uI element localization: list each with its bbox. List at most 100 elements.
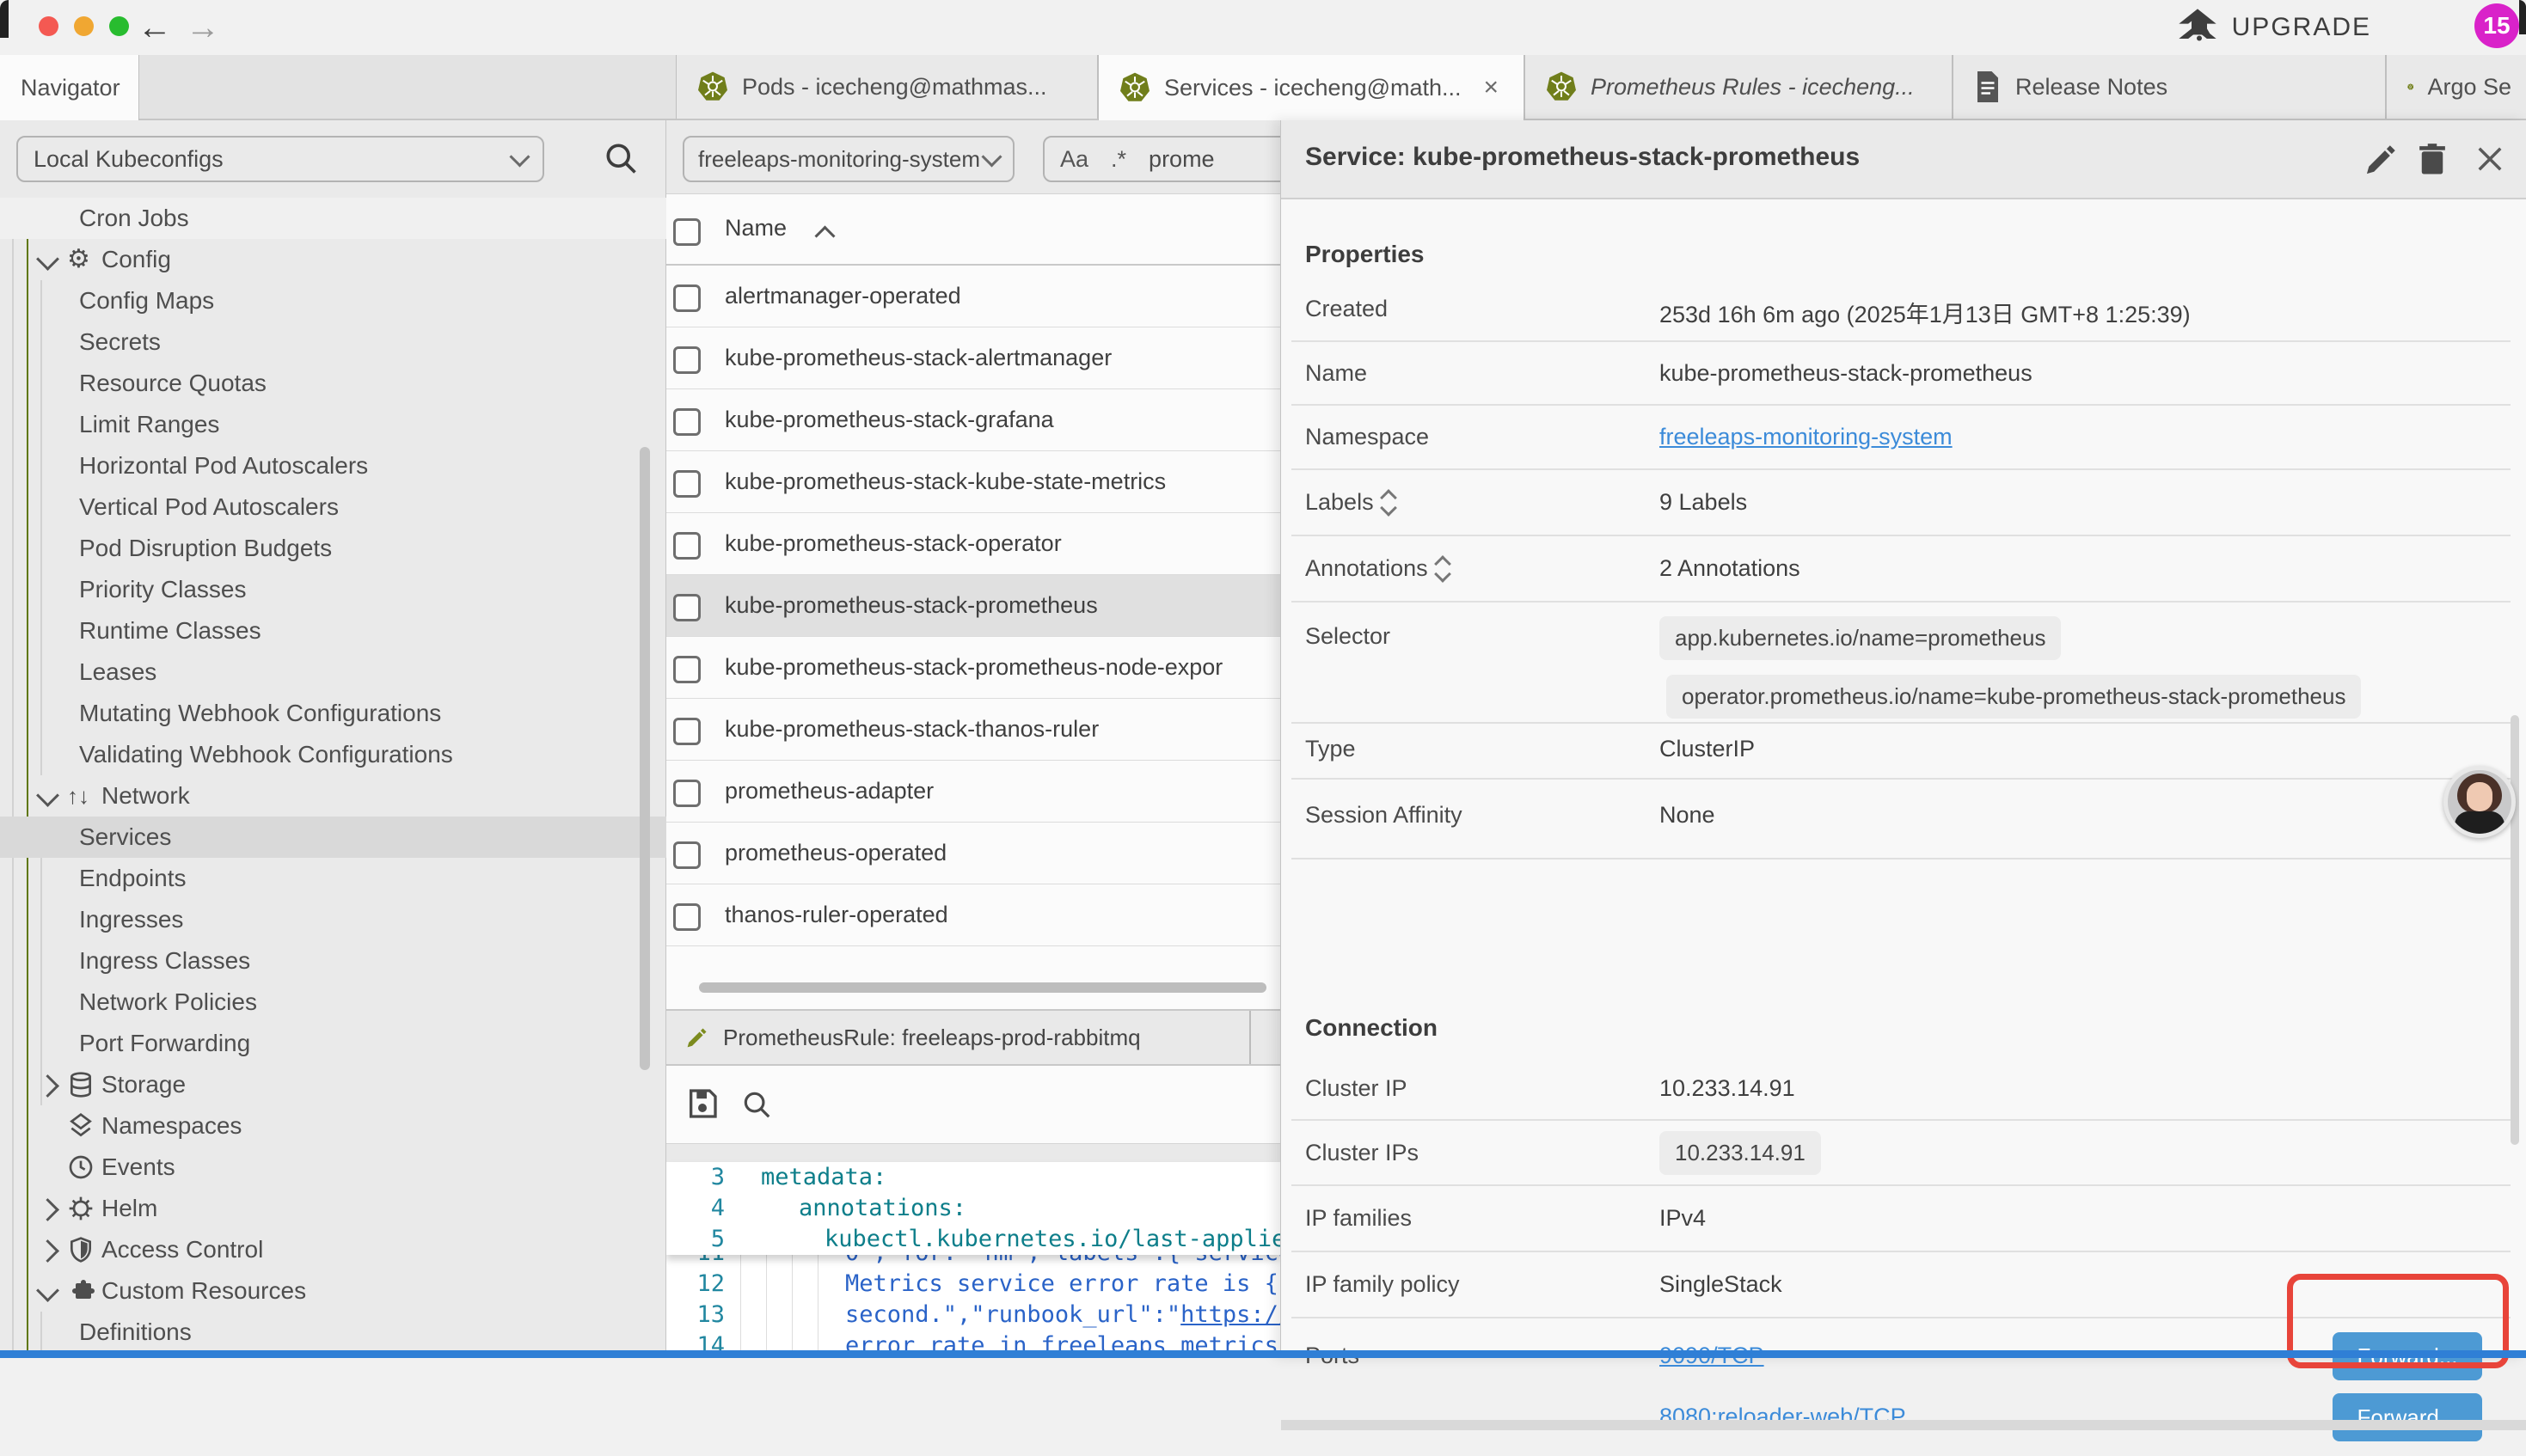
table-row[interactable]: kube-prometheus-stack-alertmanager <box>666 327 1280 389</box>
sidebar-item-resource-quotas[interactable]: Resource Quotas <box>0 363 666 404</box>
sidebar-item-services[interactable]: Services <box>0 817 666 858</box>
editor-tab-partial[interactable] <box>1251 1011 1280 1064</box>
table-row[interactable]: prometheus-operated <box>666 823 1280 884</box>
sidebar-item-storage[interactable]: Storage <box>0 1064 666 1105</box>
forward-arrow-button[interactable]: → <box>184 9 222 46</box>
maximize-window-button[interactable] <box>109 16 129 36</box>
row-checkbox[interactable] <box>673 903 701 931</box>
runbook-url-link[interactable]: https://net <box>1180 1301 1280 1328</box>
tab-prometheus-rules[interactable]: Prometheus Rules - icecheng... <box>1524 55 1953 119</box>
chevron-down-icon[interactable] <box>36 1279 59 1302</box>
table-row[interactable]: kube-prometheus-stack-kube-state-metrics <box>666 451 1280 513</box>
regex-toggle[interactable]: .* <box>1111 146 1126 173</box>
edit-pencil-icon[interactable] <box>2364 141 2400 177</box>
yaml-editor[interactable]: 11 0", for: "nm", labels :{ service ". 1… <box>666 1162 1280 1358</box>
sidebar-item-definitions[interactable]: Definitions <box>0 1312 666 1353</box>
sidebar-item-network[interactable]: ↑↓ Network <box>0 775 666 817</box>
sidebar-item-runtime-classes[interactable]: Runtime Classes <box>0 610 666 652</box>
sidebar-item-horizontal-pod-autoscalers[interactable]: Horizontal Pod Autoscalers <box>0 445 666 486</box>
property-row-type: Type ClusterIP <box>1291 724 2511 780</box>
tab-pods[interactable]: Pods - icecheng@mathmas... <box>676 55 1098 119</box>
notification-count-badge[interactable]: 15 <box>2474 3 2519 48</box>
row-checkbox[interactable] <box>673 470 701 498</box>
navigator-sidebar: Local Kubeconfigs Cron Jobs ⚙ Config Con… <box>0 120 666 1358</box>
tab-navigator[interactable]: Navigator <box>0 55 139 120</box>
table-row[interactable]: kube-prometheus-stack-operator <box>666 513 1280 575</box>
match-case-toggle[interactable]: Aa <box>1060 146 1088 173</box>
delete-trash-icon[interactable] <box>2414 141 2450 177</box>
expand-collapse-icon[interactable] <box>1383 492 1395 514</box>
row-checkbox[interactable] <box>673 656 701 683</box>
chevron-right-icon[interactable] <box>36 1198 59 1221</box>
sidebar-item-leases[interactable]: Leases <box>0 652 666 693</box>
row-checkbox[interactable] <box>673 284 701 312</box>
sidebar-item-validating-webhook-configurations[interactable]: Validating Webhook Configurations <box>0 734 666 775</box>
list-search-input[interactable]: Aa .* prome <box>1043 136 1280 182</box>
expand-collapse-icon[interactable] <box>1437 558 1449 580</box>
row-checkbox[interactable] <box>673 594 701 621</box>
minimize-window-button[interactable] <box>74 16 94 36</box>
table-row-selected[interactable]: kube-prometheus-stack-prometheus <box>666 575 1280 637</box>
avatar[interactable] <box>2443 766 2516 838</box>
tab-argo[interactable]: Argo Se <box>2386 55 2526 119</box>
close-panel-icon[interactable] <box>2472 141 2508 177</box>
editor-tab-prometheusrule[interactable]: PrometheusRule: freeleaps-prod-rabbitmq <box>666 1011 1251 1064</box>
sidebar-item-mutating-webhook-configurations[interactable]: Mutating Webhook Configurations <box>0 693 666 734</box>
sidebar-item-access-control[interactable]: Access Control <box>0 1229 666 1270</box>
sidebar-item-priority-classes[interactable]: Priority Classes <box>0 569 666 610</box>
sidebar-item-custom-resources[interactable]: Custom Resources <box>0 1270 666 1312</box>
save-icon[interactable] <box>685 1086 720 1121</box>
sidebar-item-config-maps[interactable]: Config Maps <box>0 280 666 321</box>
sidebar-item-port-forwarding[interactable]: Port Forwarding <box>0 1023 666 1064</box>
table-row[interactable]: thanos-ruler-operated <box>666 884 1280 946</box>
column-header-name[interactable]: Name <box>725 215 787 242</box>
row-checkbox[interactable] <box>673 532 701 560</box>
sidebar-item-endpoints[interactable]: Endpoints <box>0 858 666 899</box>
detail-header: Service: kube-prometheus-stack-prometheu… <box>1281 120 2526 199</box>
table-row[interactable]: kube-prometheus-stack-grafana <box>666 389 1280 451</box>
sidebar-search-icon[interactable] <box>602 139 640 177</box>
table-row[interactable]: kube-prometheus-stack-thanos-ruler <box>666 699 1280 761</box>
select-all-checkbox[interactable] <box>673 218 701 246</box>
kubeconfig-select[interactable]: Local Kubeconfigs <box>16 136 544 182</box>
table-row[interactable]: kube-prometheus-stack-prometheus-node-ex… <box>666 637 1280 699</box>
row-checkbox[interactable] <box>673 718 701 745</box>
sidebar-item-ingress-classes[interactable]: Ingress Classes <box>0 940 666 982</box>
table-row[interactable]: prometheus-adapter <box>666 761 1280 823</box>
namespace-select[interactable]: freeleaps-monitoring-system <box>683 136 1015 182</box>
upgrade-button[interactable]: UPGRADE <box>2175 7 2371 48</box>
sidebar-item-pod-disruption-budgets[interactable]: Pod Disruption Budgets <box>0 528 666 569</box>
back-arrow-button[interactable]: ← <box>136 9 174 46</box>
sidebar-scrollbar-thumb[interactable] <box>640 447 650 1070</box>
editor-search-icon[interactable] <box>740 1088 773 1121</box>
sidebar-item-ingresses[interactable]: Ingresses <box>0 899 666 940</box>
detail-scrollbar-thumb[interactable] <box>2511 715 2519 1145</box>
chevron-down-icon[interactable] <box>36 248 59 271</box>
row-checkbox[interactable] <box>673 780 701 807</box>
tab-release-notes[interactable]: Release Notes <box>1953 55 2386 119</box>
chevron-right-icon[interactable] <box>36 1239 59 1263</box>
sidebar-item-config[interactable]: ⚙ Config <box>0 239 666 280</box>
tab-services[interactable]: Services - icecheng@math... × <box>1098 55 1524 120</box>
sidebar-item-secrets[interactable]: Secrets <box>0 321 666 363</box>
row-checkbox[interactable] <box>673 346 701 374</box>
sidebar-item-events[interactable]: Events <box>0 1147 666 1188</box>
editor-scroll-strip[interactable] <box>666 1143 1280 1162</box>
table-row[interactable]: alertmanager-operated <box>666 266 1280 327</box>
sidebar-item-vertical-pod-autoscalers[interactable]: Vertical Pod Autoscalers <box>0 486 666 528</box>
chevron-down-icon[interactable] <box>36 784 59 807</box>
sidebar-item-limit-ranges[interactable]: Limit Ranges <box>0 404 666 445</box>
close-tab-icon[interactable]: × <box>1484 73 1499 102</box>
forward-port-button-8080[interactable]: Forward... <box>2333 1393 2482 1441</box>
horizontal-scrollbar-thumb[interactable] <box>699 982 1266 993</box>
row-checkbox[interactable] <box>673 408 701 436</box>
chevron-right-icon[interactable] <box>36 1074 59 1098</box>
sidebar-item-cron-jobs[interactable]: Cron Jobs <box>0 198 666 239</box>
detail-horizontal-scrollbar[interactable] <box>1281 1420 2526 1430</box>
sidebar-item-helm[interactable]: Helm <box>0 1188 666 1229</box>
close-window-button[interactable] <box>39 16 58 36</box>
sidebar-item-network-policies[interactable]: Network Policies <box>0 982 666 1023</box>
sidebar-item-namespaces[interactable]: Namespaces <box>0 1105 666 1147</box>
namespace-link[interactable]: freeleaps-monitoring-system <box>1659 424 1953 450</box>
row-checkbox[interactable] <box>673 841 701 869</box>
